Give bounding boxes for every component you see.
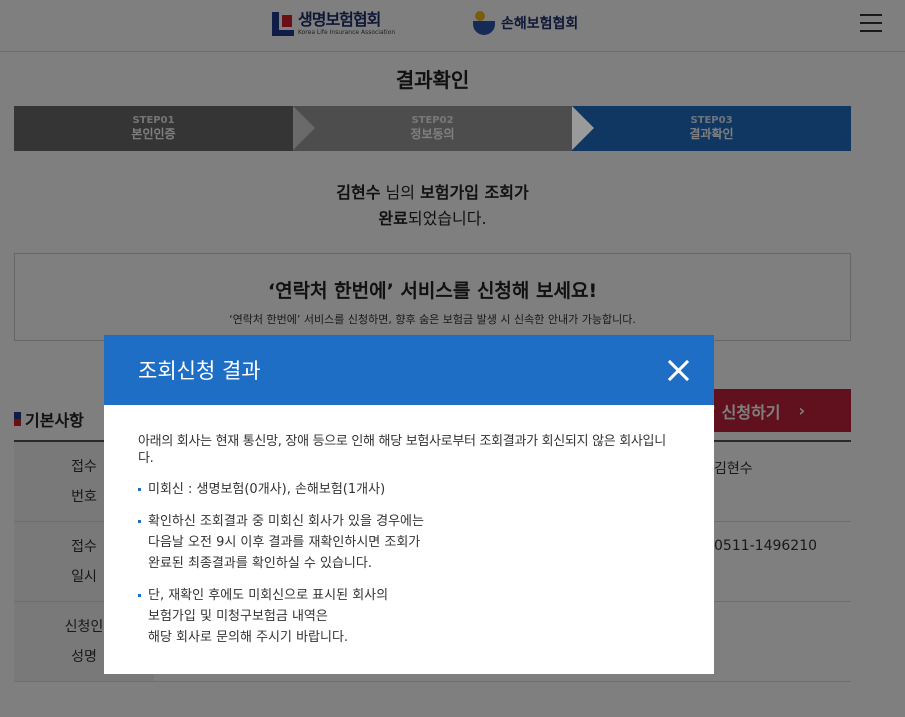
modal-body: 아래의 회사는 현재 통신망, 장애 등으로 인해 해당 보험사로부터 조회결과…: [104, 405, 714, 648]
modal-title: 조회신청 결과: [138, 359, 261, 383]
bullet3-line1: 단, 재확인 후에도 미회신으로 표시된 회사의: [148, 588, 389, 603]
list-item: 미회신 : 생명보험(0개사), 손해보험(1개사): [138, 479, 680, 500]
modal-intro-text: 아래의 회사는 현재 통신망, 장애 등으로 인해 해당 보험사로부터 조회결과…: [138, 434, 666, 466]
bullet3-line3: 해당 회사로 문의해 주시기 바랍니다.: [148, 630, 349, 645]
list-item: 단, 재확인 후에도 미회신으로 표시된 회사의 보험가입 및 미청구보험금 내…: [138, 585, 680, 648]
bullet2-line1: 확인하신 조회결과 중 미회신 회사가 있을 경우에는: [148, 514, 424, 529]
close-icon[interactable]: [666, 358, 690, 382]
bullet3-line2: 보험가입 및 미청구보험금 내역은: [148, 609, 328, 624]
modal-header: 조회신청 결과: [104, 335, 714, 405]
inquiry-result-modal: 조회신청 결과 아래의 회사는 현재 통신망, 장애 등으로 인해 해당 보험사…: [104, 335, 714, 674]
modal-bullet-list: 미회신 : 생명보험(0개사), 손해보험(1개사) 확인하신 조회결과 중 미…: [138, 479, 680, 648]
bullet1-text: 미회신 : 생명보험(0개사), 손해보험(1개사): [148, 482, 386, 497]
bullet2-line2: 다음날 오전 9시 이후 결과를 재확인하시면 조회가: [148, 535, 421, 550]
step-arrow-icon: [293, 106, 315, 150]
bullet2-line3: 완료된 최종결과를 확인하실 수 있습니다.: [148, 556, 372, 571]
step-arrow-icon: [572, 106, 594, 150]
list-item: 확인하신 조회결과 중 미회신 회사가 있을 경우에는 다음날 오전 9시 이후…: [138, 511, 680, 574]
